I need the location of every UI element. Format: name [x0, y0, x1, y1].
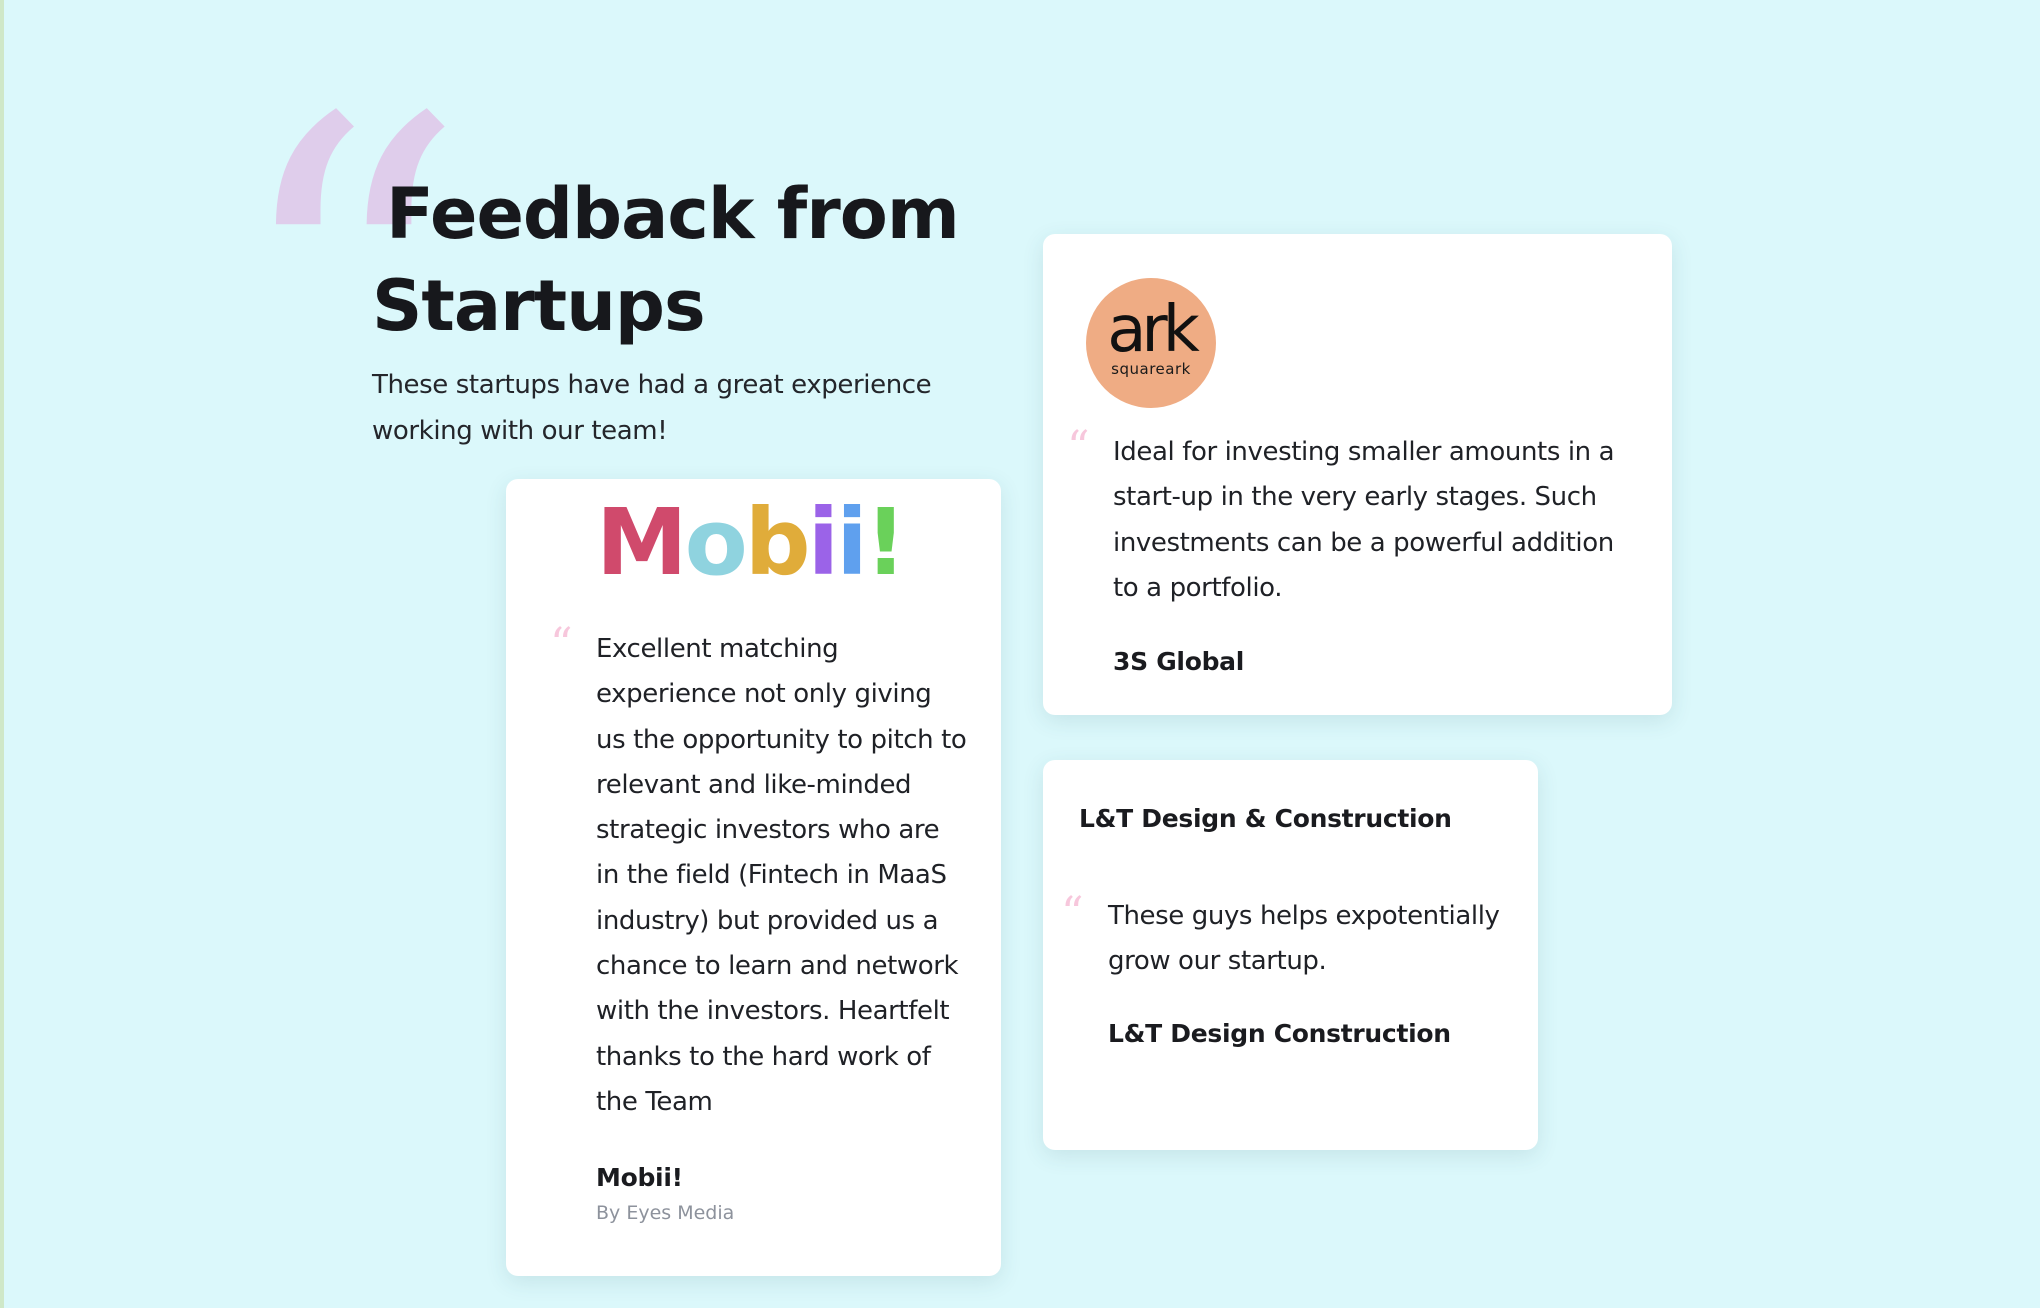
page-left-border: [0, 0, 4, 1308]
mobii-logo-letter: !: [864, 489, 907, 596]
quote-icon: “: [550, 619, 573, 670]
section-title-line2: Startups: [372, 265, 706, 347]
mobii-logo-letter: b: [744, 489, 811, 596]
squareark-logo: ark squareark: [1086, 278, 1216, 408]
mobii-logo-letter: M: [596, 489, 688, 596]
testimonial-card-mobii: M o b i i ! “ Excellent matching experie…: [506, 479, 1001, 1276]
section-subtitle: These startups have had a great experien…: [372, 370, 932, 446]
quote-icon: “: [1067, 422, 1090, 473]
quote-icon: “: [1061, 888, 1084, 939]
testimonial-card-lt: L&T Design & Construction “ These guys h…: [1043, 760, 1538, 1150]
testimonial-author: L&T Design Construction: [1108, 1019, 1451, 1048]
testimonial-byline: By Eyes Media: [596, 1202, 735, 1224]
testimonial-quote: Ideal for investing smaller amounts in a…: [1113, 437, 1615, 603]
testimonial-company: L&T Design & Construction: [1079, 804, 1452, 833]
testimonial-author: Mobii!: [596, 1163, 683, 1192]
section-title: Feedback from Startups: [372, 168, 960, 352]
mobii-logo-letter: o: [684, 489, 748, 596]
testimonial-quote: These guys helps expotentially grow our …: [1108, 901, 1500, 977]
mobii-logo: M o b i i !: [596, 497, 907, 589]
mobii-logo-letter: i: [807, 489, 840, 596]
logo-subtext: squareark: [1111, 360, 1191, 378]
mobii-logo-letter: i: [836, 489, 868, 596]
testimonial-quote: Excellent matching experience not only g…: [596, 634, 967, 1117]
testimonial-card-3s-global: ark squareark “ Ideal for investing smal…: [1043, 234, 1672, 715]
section-title-line1: Feedback from: [386, 173, 960, 255]
logo-wordmark: ark: [1107, 293, 1200, 367]
testimonial-author: 3S Global: [1113, 647, 1245, 676]
